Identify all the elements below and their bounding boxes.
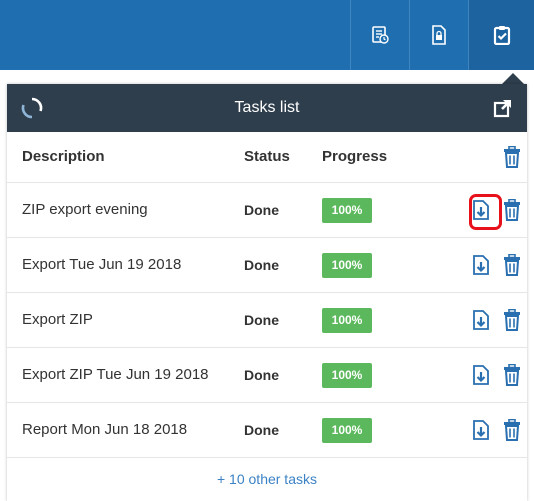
tasks-clipboard-icon (493, 26, 510, 45)
delete-trash-icon[interactable] (503, 419, 521, 441)
panel-header: Tasks list (7, 84, 527, 132)
column-header-row: Description Status Progress (7, 132, 527, 183)
locked-file-button[interactable] (410, 0, 468, 70)
task-description: Export ZIP (22, 311, 93, 328)
delete-trash-icon[interactable] (503, 364, 521, 386)
task-status: Done (244, 422, 279, 438)
dropdown-caret (502, 73, 524, 84)
download-file-icon[interactable] (472, 255, 490, 275)
delete-all-trash-icon[interactable] (503, 146, 521, 168)
download-file-icon[interactable] (472, 365, 490, 385)
task-report-button[interactable] (351, 0, 409, 70)
top-toolbar (0, 0, 534, 70)
task-progress-badge: 100% (322, 253, 372, 278)
tasks-button[interactable] (469, 0, 534, 70)
task-description: Export Tue Jun 19 2018 (22, 256, 182, 273)
column-progress: Progress (322, 148, 388, 165)
panel-title: Tasks list (234, 99, 300, 116)
task-status: Done (244, 257, 279, 273)
task-description: Report Mon Jun 18 2018 (22, 421, 188, 438)
download-file-icon[interactable] (472, 310, 490, 330)
task-row: Export Tue Jun 19 2018 Done 100% (7, 238, 527, 293)
task-status: Done (244, 367, 279, 383)
task-progress-badge: 100% (322, 418, 372, 443)
task-row: Export ZIP Tue Jun 19 2018 Done 100% (7, 348, 527, 403)
delete-trash-icon[interactable] (503, 199, 521, 221)
locked-file-icon (432, 25, 446, 45)
task-progress-badge: 100% (322, 198, 372, 223)
task-row: Export ZIP Done 100% (7, 293, 527, 348)
task-status: Done (244, 202, 279, 218)
column-description: Description (22, 148, 105, 165)
download-file-icon[interactable] (472, 420, 490, 440)
task-progress-badge: 100% (322, 308, 372, 333)
task-row: ZIP export evening Done 100% (7, 183, 527, 238)
task-progress-badge: 100% (322, 363, 372, 388)
tasks-panel: Tasks list Description Status Progress Z… (7, 84, 527, 501)
task-description: Export ZIP Tue Jun 19 2018 (22, 366, 209, 383)
popout-icon[interactable] (493, 98, 513, 118)
other-tasks-link[interactable]: + 10 other tasks (7, 457, 527, 501)
column-status: Status (244, 148, 290, 165)
task-report-icon (372, 26, 389, 44)
task-status: Done (244, 312, 279, 328)
download-file-icon[interactable] (472, 200, 490, 220)
task-row: Report Mon Jun 18 2018 Done 100% (7, 403, 527, 458)
delete-trash-icon[interactable] (503, 254, 521, 276)
task-description: ZIP export evening (22, 201, 148, 218)
delete-trash-icon[interactable] (503, 309, 521, 331)
